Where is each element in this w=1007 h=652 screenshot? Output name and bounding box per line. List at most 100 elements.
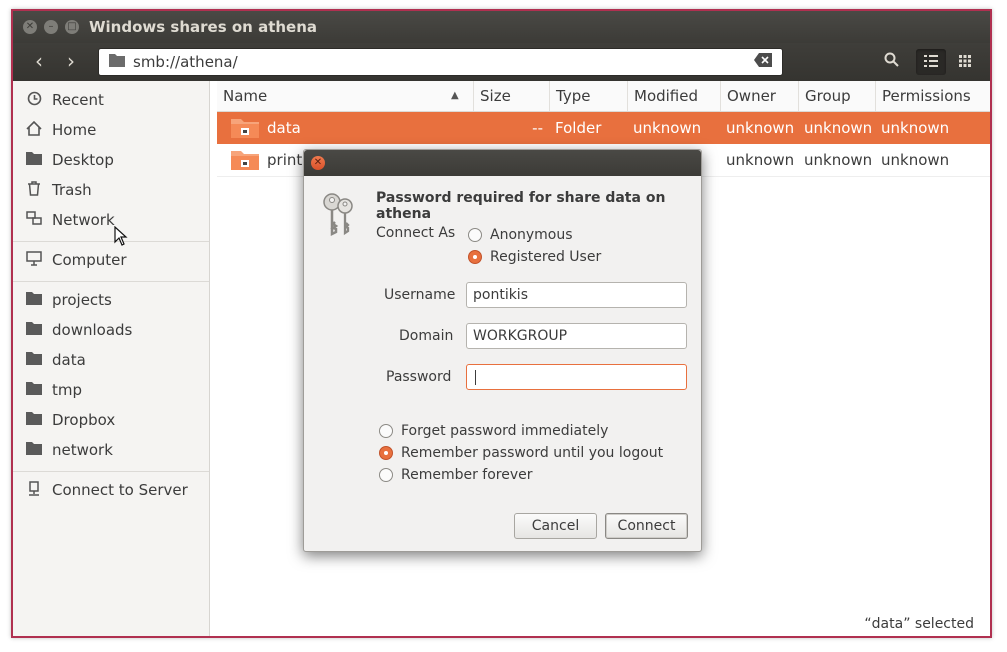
back-button[interactable]: ‹ [23, 49, 55, 75]
forget-password-label[interactable]: Forget password immediately [401, 423, 608, 439]
username-label: Username [384, 287, 456, 303]
sidebar-item-label: Connect to Server [52, 481, 188, 499]
dialog-title-bar[interactable]: ✕ [304, 150, 701, 176]
location-text[interactable]: smb://athena/ [133, 53, 238, 71]
cell-owner: unknown [726, 151, 795, 169]
computer-icon [25, 251, 43, 270]
sidebar-item-label: projects [52, 291, 112, 309]
keys-icon [323, 193, 353, 237]
list-view-button[interactable] [916, 49, 946, 75]
cancel-button[interactable]: Cancel [514, 513, 597, 539]
status-text: “data” selected [864, 616, 974, 632]
sidebar-item-label: Network [52, 211, 115, 229]
toolbar: ‹ › smb://athena/ [13, 43, 990, 81]
sidebar-item-dropbox[interactable]: Dropbox [13, 406, 209, 436]
folder-icon [25, 151, 43, 169]
registered-user-label[interactable]: Registered User [490, 249, 601, 265]
username-field[interactable]: pontikis [466, 282, 687, 308]
sidebar-item-label: network [52, 441, 113, 459]
cell-owner: unknown [726, 119, 795, 137]
grid-view-icon [959, 55, 971, 67]
clear-location-icon[interactable] [754, 53, 772, 71]
sidebar-item-network[interactable]: Network [13, 206, 209, 236]
column-type[interactable]: Type [549, 81, 627, 111]
mouse-pointer-icon [114, 225, 128, 252]
cell-modified: unknown [633, 119, 702, 137]
network-icon [25, 211, 43, 230]
cell-permissions: unknown [881, 119, 950, 137]
anonymous-label[interactable]: Anonymous [490, 227, 573, 243]
cell-group: unknown [804, 119, 873, 137]
sidebar-item-trash[interactable]: Trash [13, 176, 209, 206]
column-header: Name ▲ Size Type Modified Owner Group Pe… [217, 81, 990, 112]
connect-button[interactable]: Connect [605, 513, 688, 539]
sort-ascending-icon: ▲ [451, 90, 459, 101]
anonymous-radio[interactable] [468, 228, 482, 242]
server-icon [25, 481, 43, 500]
domain-label: Domain [399, 328, 454, 344]
folder-icon [25, 291, 43, 309]
sidebar-item-data[interactable]: data [13, 346, 209, 376]
table-row[interactable]: data -- Folder unknown unknown unknown u… [217, 112, 990, 144]
column-name[interactable]: Name [217, 81, 473, 111]
sidebar-divider [13, 241, 209, 242]
sidebar-item-network-folder[interactable]: network [13, 436, 209, 466]
connect-as-label: Connect As [376, 225, 456, 241]
sidebar-item-recent[interactable]: Recent [13, 86, 209, 116]
folder-icon [25, 351, 43, 369]
sidebar-item-desktop[interactable]: Desktop [13, 146, 209, 176]
folder-icon [25, 411, 43, 429]
column-modified[interactable]: Modified [627, 81, 720, 111]
forward-button[interactable]: › [55, 49, 87, 75]
password-field[interactable] [466, 364, 687, 390]
forget-password-radio[interactable] [379, 424, 393, 438]
minimize-icon[interactable]: – [44, 20, 58, 34]
domain-field[interactable]: WORKGROUP [466, 323, 687, 349]
search-button[interactable] [876, 49, 906, 75]
sidebar-divider [13, 281, 209, 282]
folder-icon [109, 53, 125, 71]
cell-size: -- [532, 119, 543, 137]
home-icon [25, 120, 43, 140]
title-bar[interactable]: ✕ – □ Windows shares on athena [13, 11, 990, 43]
password-label: Password [386, 369, 452, 385]
column-permissions[interactable]: Permissions [875, 81, 987, 111]
sidebar-item-tmp[interactable]: tmp [13, 376, 209, 406]
column-owner[interactable]: Owner [720, 81, 798, 111]
column-group[interactable]: Group [798, 81, 875, 111]
sidebar-item-label: Trash [52, 181, 92, 199]
clock-icon [25, 91, 43, 110]
column-size[interactable]: Size [473, 81, 549, 111]
sidebar-item-label: Dropbox [52, 411, 116, 429]
folder-icon [25, 321, 43, 339]
cell-name: data [267, 119, 301, 137]
sidebar-item-label: Desktop [52, 151, 114, 169]
grid-view-button[interactable] [950, 49, 980, 75]
remember-until-logout-label[interactable]: Remember password until you logout [401, 445, 663, 461]
sidebar-item-home[interactable]: Home [13, 116, 209, 146]
remember-until-logout-radio[interactable] [379, 446, 393, 460]
registered-user-radio[interactable] [468, 250, 482, 264]
sidebar-item-label: tmp [52, 381, 83, 399]
password-dialog: ✕ Password required for share data on at… [303, 149, 702, 552]
folder-icon [25, 381, 43, 399]
sidebar-item-label: downloads [52, 321, 133, 339]
close-icon[interactable]: ✕ [23, 20, 37, 34]
sidebar-item-downloads[interactable]: downloads [13, 316, 209, 346]
sidebar-item-projects[interactable]: projects [13, 286, 209, 316]
network-folder-icon [231, 151, 259, 170]
sidebar-item-label: Recent [52, 91, 104, 109]
remember-forever-radio[interactable] [379, 468, 393, 482]
dialog-close-icon[interactable]: ✕ [311, 156, 325, 170]
sidebar-item-label: data [52, 351, 86, 369]
text-caret [475, 370, 476, 385]
sidebar-item-label: Home [52, 121, 97, 139]
window-title: Windows shares on athena [89, 18, 318, 36]
sidebar-item-computer[interactable]: Computer [13, 246, 209, 276]
remember-forever-label[interactable]: Remember forever [401, 467, 533, 483]
maximize-icon[interactable]: □ [65, 20, 79, 34]
cell-type: Folder [555, 119, 602, 137]
sidebar-item-connect-to-server[interactable]: Connect to Server [13, 476, 209, 506]
cell-group: unknown [804, 151, 873, 169]
location-bar[interactable]: smb://athena/ [98, 48, 783, 76]
